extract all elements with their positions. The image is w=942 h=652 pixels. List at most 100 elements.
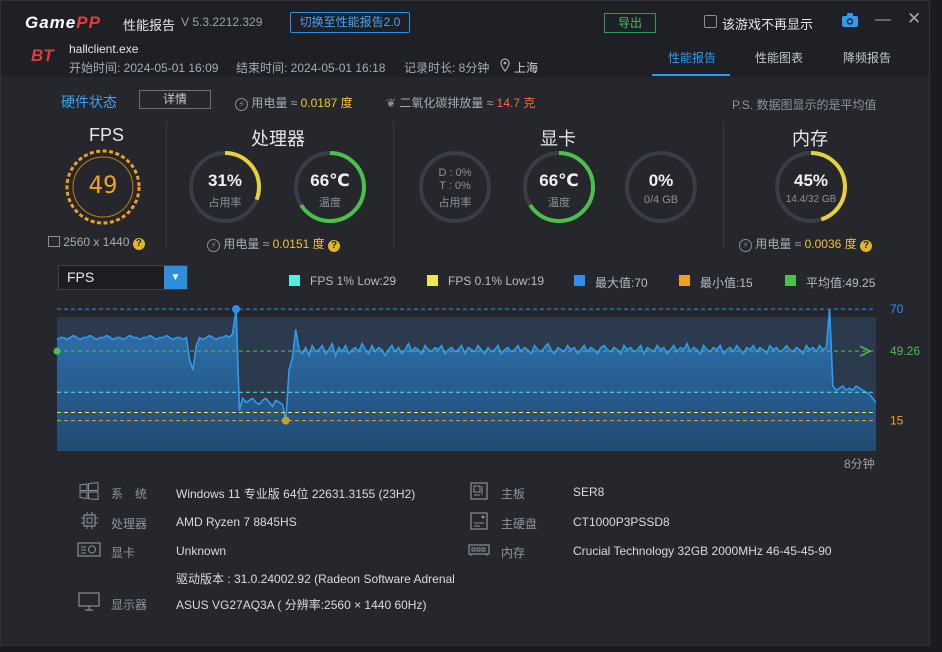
gpu-value: Unknown (176, 544, 227, 558)
gpu-mem-value: 0% (648, 171, 674, 190)
cpu-temp-label: 温度 (319, 197, 341, 209)
tab-throttle-report[interactable]: 降频报告 (843, 49, 891, 66)
chevron-down-icon[interactable]: ▼ (164, 266, 187, 289)
power-icon: ⚡ (739, 239, 752, 252)
export-button[interactable]: 导出 (604, 13, 656, 33)
legend-label: FPS 1% Low:29 (310, 274, 397, 288)
legend-label: FPS 0.1% Low:19 (448, 274, 545, 288)
chart-note: P.S. 数据图显示的是平均值 (732, 98, 877, 112)
motherboard-icon (470, 482, 488, 500)
cpu-power-value: 0.0151 度 (272, 237, 325, 251)
memory-usage-sub: 14.4/32 GB (785, 194, 837, 205)
mem-value: Crucial Technology 32GB 2000MHz 46-45-45… (573, 544, 832, 558)
co2-prefix: 二氧化碳排放量 ≈ (399, 96, 494, 110)
max-point (232, 305, 241, 314)
disk-value: CT1000P3PSSD8 (573, 515, 670, 529)
cpu-power-line: ⚡ 用电量 ≈ 0.0151 度 ? (207, 235, 340, 252)
power-icon: ⚡ (235, 98, 248, 111)
help-icon[interactable]: ? (132, 238, 145, 250)
gpu-label: 显卡 (111, 546, 136, 560)
help-icon[interactable]: ? (328, 240, 340, 252)
cpu-usage-value: 31% (207, 171, 243, 190)
gpu-icon (77, 542, 101, 557)
fps-value: 49 (88, 171, 118, 199)
monitor-icon (78, 592, 100, 611)
hide-game-label: 该游戏不再显示 (722, 17, 814, 32)
help-icon[interactable]: ? (860, 240, 872, 252)
legend-swatch (679, 275, 690, 286)
gpu-d-usage: D : 0% (438, 167, 472, 179)
cpu-value: AMD Ryzen 7 8845HS (176, 515, 297, 529)
app-name: hallclient.exe (69, 42, 139, 56)
memory-icon (468, 544, 490, 556)
x-end-label: 8分钟 (844, 456, 875, 471)
memory-usage-value: 45% (793, 171, 829, 190)
windows-icon (79, 482, 99, 500)
tab-performance-report[interactable]: 性能报告 (668, 49, 716, 66)
version-label: V 5.3.2212.329 (181, 15, 263, 29)
power-value: 0.0187 度 (300, 96, 353, 110)
disk-label: 主硬盘 (501, 517, 538, 531)
start-time: 开始时间: 2024-05-01 16:09 (69, 61, 219, 75)
legend-swatch (574, 275, 585, 286)
avg-point (53, 347, 61, 355)
min-point (281, 416, 290, 425)
os-label: 系 统 (111, 487, 148, 501)
window-title: 性能报告 (123, 18, 176, 33)
display-value: ASUS VG27AQ3A ( 分辨率:2560 × 1440 60Hz) (176, 598, 427, 612)
os-value: Windows 11 专业版 64位 22631.3155 (23H2) (176, 487, 416, 501)
location: 上海 (514, 61, 539, 75)
power-icon: ⚡ (207, 239, 220, 252)
minimize-icon[interactable]: — (875, 11, 891, 29)
cpu-power-prefix: 用电量 ≈ (223, 237, 270, 251)
camera-icon[interactable] (842, 13, 858, 27)
co2-value: 14.7 克 (496, 96, 536, 110)
resolution-line: 2560 x 1440 ? (48, 235, 145, 250)
legend-swatch (785, 275, 796, 286)
gpu-usage-label: 占用率 (438, 197, 472, 209)
memory-power-line: ⚡ 用电量 ≈ 0.0036 度 ? (739, 235, 872, 252)
switch-report-button[interactable]: 切换至性能报告2.0 (290, 12, 410, 33)
cpu-icon (81, 512, 98, 529)
memory-power-prefix: 用电量 ≈ (755, 237, 802, 251)
gamepp-logo: GamePP (25, 13, 101, 32)
location-icon (500, 58, 510, 72)
cpu-usage-label: 占用率 (208, 197, 242, 209)
gpu-t-usage: T : 0% (439, 180, 471, 192)
power-prefix: 用电量 ≈ (251, 96, 298, 110)
legend-label: 平均值:49.25 (806, 276, 876, 290)
max-axis-label: 70 (890, 302, 904, 316)
leaf-icon: ❦ (386, 96, 397, 110)
hardware-status-title: 硬件状态 (61, 94, 117, 110)
tab-performance-chart[interactable]: 性能图表 (755, 49, 803, 66)
fps-chart: 70 49.26 15 8分钟 (53, 302, 920, 471)
driver-version: 驱动版本 : 31.0.24002.92 (Radeon Software Ad… (176, 572, 455, 586)
cpu-label: 处理器 (111, 517, 148, 531)
cpu-temp-value: 66℃ (310, 171, 350, 190)
app-window: GamePP 性能报告 V 5.3.2212.329 切换至性能报告2.0 导出… (0, 0, 930, 646)
display-label: 显示器 (111, 598, 148, 612)
monitor-icon (48, 236, 60, 247)
end-time: 结束时间: 2024-05-01 16:18 (236, 61, 386, 75)
co2-emission: ❦ 二氧化碳排放量 ≈ 14.7 克 (386, 94, 535, 111)
close-icon[interactable]: ✕ (907, 9, 921, 29)
legend-swatch (427, 275, 438, 286)
resolution-value: 2560 x 1440 (63, 235, 130, 249)
avg-axis-label: 49.26 (890, 344, 920, 358)
board-value: SER8 (573, 485, 605, 499)
mem-label: 内存 (501, 546, 526, 560)
legend-label: 最小值:15 (700, 276, 753, 290)
legend-swatch (289, 275, 300, 286)
disk-icon (470, 512, 488, 530)
hide-game-checkbox[interactable] (704, 15, 717, 28)
gpu-temp-value: 66℃ (539, 171, 579, 190)
board-label: 主板 (501, 487, 526, 501)
active-tab-indicator (652, 74, 730, 76)
legend-label: 最大值:70 (595, 276, 648, 290)
detail-button[interactable]: 详情 (139, 90, 211, 109)
memory-power-value: 0.0036 度 (804, 237, 857, 251)
min-axis-label: 15 (890, 414, 904, 428)
game-logo: BT (31, 46, 54, 65)
metric-select-value: FPS (67, 269, 95, 285)
gpu-mem-sub: 0/4 GB (643, 194, 679, 206)
